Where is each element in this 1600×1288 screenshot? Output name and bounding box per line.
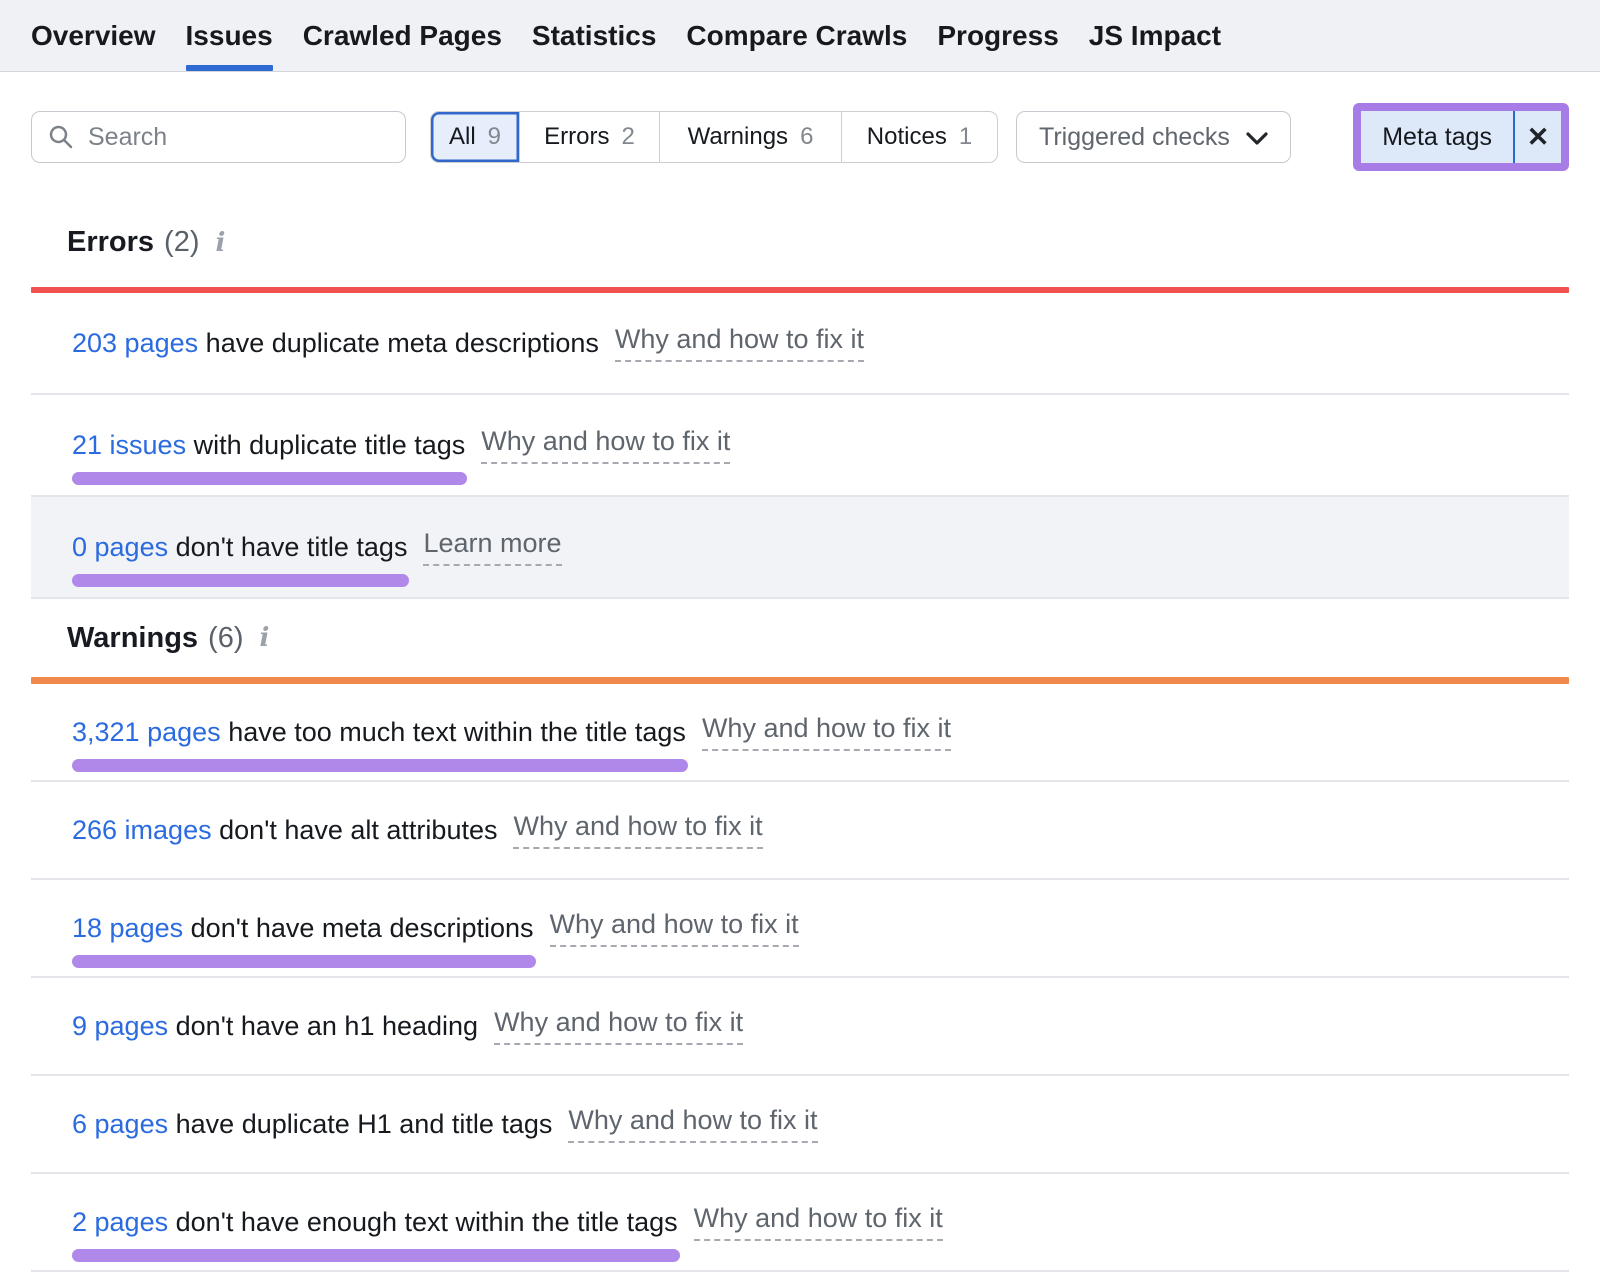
issues-list: Errors (2) i 203 pages have duplicate met… (31, 198, 1569, 1272)
issue-text: don't have meta descriptions (191, 913, 534, 943)
why-and-how-to-fix-it-link[interactable]: Why and how to fix it (513, 811, 762, 849)
triggered-checks-label: Triggered checks (1039, 123, 1230, 152)
issue-count-link[interactable]: 0 pages (72, 532, 168, 562)
section-header: Warnings (6) i (31, 599, 1569, 677)
issue-row: 0 pages don't have title tags Learn more (31, 497, 1569, 599)
why-and-how-to-fix-it-link[interactable]: Why and how to fix it (550, 909, 799, 947)
why-and-how-to-fix-it-link[interactable]: Why and how to fix it (615, 324, 864, 362)
tab-crawled-pages[interactable]: Crawled Pages (303, 0, 502, 71)
issue-sentence: 2 pages don't have enough text within the… (72, 1207, 678, 1238)
severity-filter-group: All 9 Errors 2 Warnings 6 Notices 1 (430, 111, 998, 163)
search-box (31, 111, 406, 163)
info-icon[interactable]: i (216, 228, 226, 258)
issue-sentence: 203 pages have duplicate meta description… (72, 328, 599, 359)
purple-highlight-bar (72, 759, 688, 772)
tab-statistics[interactable]: Statistics (532, 0, 657, 71)
issue-text: don't have title tags (176, 532, 408, 562)
meta-tags-filter-chip: Meta tags ✕ (1353, 103, 1569, 171)
issue-sentence: 9 pages don't have an h1 heading (72, 1011, 478, 1042)
issue-text: have duplicate meta descriptions (206, 328, 599, 358)
issue-row: 3,321 pageshave too much text within the… (31, 684, 1569, 782)
purple-highlight-bar (72, 472, 467, 485)
filter-warnings[interactable]: Warnings 6 (659, 112, 841, 162)
filter-label: Warnings (688, 123, 788, 151)
chevron-down-icon (1246, 132, 1268, 146)
filter-errors[interactable]: Errors 2 (519, 112, 659, 162)
filter-label: Errors (544, 123, 609, 151)
purple-highlight-bar (72, 1249, 680, 1262)
filter-label: Notices (867, 123, 947, 151)
issue-count-link[interactable]: 9 pages (72, 1011, 168, 1041)
filter-count: 9 (488, 123, 501, 151)
learn-more-link[interactable]: Learn more (423, 528, 561, 566)
issue-row: 266 imagesdon't have alt attributes Why … (31, 782, 1569, 880)
issue-row: 9 pages don't have an h1 heading Why and … (31, 978, 1569, 1076)
search-icon (48, 124, 74, 150)
section-rows: 3,321 pageshave too much text within the… (31, 684, 1569, 1272)
issue-sentence: 0 pages don't have title tags (72, 532, 407, 563)
filter-label: All (449, 123, 476, 151)
why-and-how-to-fix-it-link[interactable]: Why and how to fix it (481, 426, 730, 464)
section-count: (2) (164, 226, 199, 259)
issue-row: 18 pages don't have meta descriptions Why… (31, 880, 1569, 978)
filter-count: 6 (800, 123, 813, 151)
issue-text: don't have enough text within the title … (176, 1207, 678, 1237)
filter-count: 2 (621, 123, 634, 151)
issue-text: with duplicate title tags (194, 430, 466, 460)
issue-count-link[interactable]: 6 pages (72, 1109, 168, 1139)
nav-tabs: Overview Issues Crawled Pages Statistics Com… (31, 0, 1221, 71)
search-input[interactable] (31, 111, 406, 163)
tab-progress[interactable]: Progress (937, 0, 1058, 71)
tab-compare-crawls[interactable]: Compare Crawls (686, 0, 907, 71)
issue-count-link[interactable]: 18 pages (72, 913, 183, 943)
issue-row: 2 pages don't have enough text within the… (31, 1174, 1569, 1272)
issues-toolbar: All 9 Errors 2 Warnings 6 Notices 1 Triggered c… (31, 103, 1569, 171)
top-nav: Overview Issues Crawled Pages Statistics Com… (0, 0, 1600, 72)
purple-highlight-bar (72, 955, 536, 968)
filter-all[interactable]: All 9 (431, 112, 519, 162)
section-title: Warnings (67, 622, 198, 655)
why-and-how-to-fix-it-link[interactable]: Why and how to fix it (494, 1007, 743, 1045)
issue-count-link[interactable]: 2 pages (72, 1207, 168, 1237)
issue-sentence: 21 issues with duplicate title tags (72, 430, 465, 461)
meta-tags-chip-label: Meta tags (1361, 111, 1513, 163)
tab-js-impact[interactable]: JS Impact (1089, 0, 1221, 71)
issue-text: have too much text within the title tags (228, 717, 686, 747)
section-count: (6) (208, 622, 243, 655)
why-and-how-to-fix-it-link[interactable]: Why and how to fix it (694, 1203, 943, 1241)
issue-section: Errors (2) i 203 pages have duplicate met… (31, 198, 1569, 599)
issue-row: 203 pages have duplicate meta description… (31, 293, 1569, 395)
issue-count-link[interactable]: 203 pages (72, 328, 198, 358)
section-header: Errors (2) i (31, 198, 1569, 287)
section-title: Errors (67, 226, 154, 259)
issue-sentence: 6 pages have duplicate H1 and title tags (72, 1109, 552, 1140)
issue-section: Warnings (6) i 3,321 pageshave too much … (31, 599, 1569, 1272)
issue-count-link[interactable]: 266 images (72, 815, 212, 845)
issue-row: 21 issues with duplicate title tags Why a… (31, 395, 1569, 497)
filter-count: 1 (959, 123, 972, 151)
issue-count-link[interactable]: 3,321 pages (72, 717, 221, 747)
issue-row: 6 pageshave duplicate H1 and title tags … (31, 1076, 1569, 1174)
issue-text: don't have an h1 heading (176, 1011, 478, 1041)
close-icon[interactable]: ✕ (1515, 111, 1561, 163)
issue-sentence: 3,321 pageshave too much text within the… (72, 717, 686, 748)
section-accent-bar (31, 677, 1569, 684)
issue-count-link[interactable]: 21 issues (72, 430, 186, 460)
issue-text: don't have alt attributes (219, 815, 497, 845)
issue-text: have duplicate H1 and title tags (176, 1109, 553, 1139)
purple-highlight-bar (72, 574, 409, 587)
tab-overview[interactable]: Overview (31, 0, 156, 71)
issue-sentence: 18 pages don't have meta descriptions (72, 913, 534, 944)
why-and-how-to-fix-it-link[interactable]: Why and how to fix it (568, 1105, 817, 1143)
info-icon[interactable]: i (260, 623, 270, 653)
section-rows: 203 pages have duplicate meta description… (31, 293, 1569, 599)
triggered-checks-dropdown[interactable]: Triggered checks (1016, 111, 1291, 163)
issue-sentence: 266 imagesdon't have alt attributes (72, 815, 497, 846)
why-and-how-to-fix-it-link[interactable]: Why and how to fix it (702, 713, 951, 751)
filter-notices[interactable]: Notices 1 (841, 112, 997, 162)
tab-issues[interactable]: Issues (186, 0, 273, 71)
